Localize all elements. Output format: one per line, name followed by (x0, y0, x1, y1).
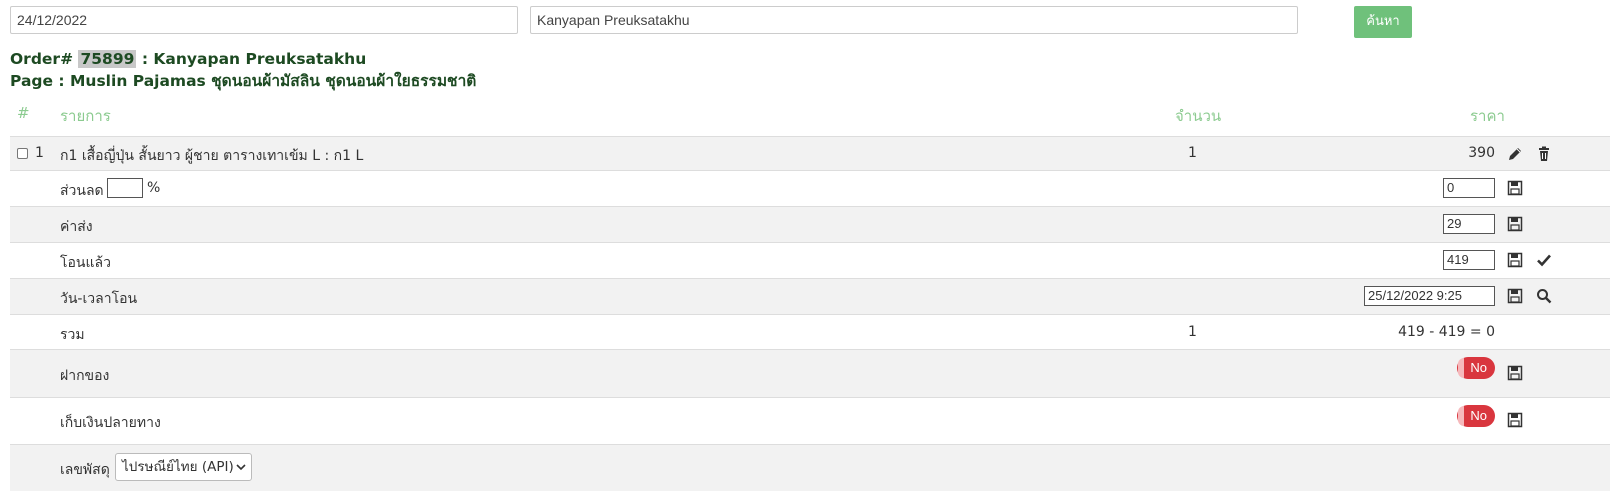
transfer-time-label: วัน-เวลาโอน (60, 291, 138, 307)
header-price: ราคา (1470, 107, 1505, 125)
table-header: # รายการ จำนวน ราคา (10, 100, 1610, 138)
search-icon[interactable] (1536, 288, 1552, 304)
table-row-deposit: ฝากของ No (10, 350, 1610, 398)
item-index: 1 (35, 145, 44, 161)
discount-percent-input[interactable] (107, 178, 143, 198)
order-title: Order# 75899 : Kanyapan Preuksatakhu (10, 48, 476, 70)
header-index: # (17, 104, 30, 122)
discount-label: ส่วนลด (60, 183, 104, 199)
total-qty: 1 (1188, 324, 1197, 340)
search-button[interactable]: ค้นหา (1354, 6, 1412, 38)
total-label: รวม (60, 327, 85, 343)
tracking-label: เลขพัสดุ (60, 462, 110, 478)
date-input[interactable]: 24/12/2022 (10, 6, 518, 34)
save-icon[interactable] (1507, 288, 1523, 304)
page-title: Page : Muslin Pajamas ชุดนอนผ้ามัสลิน ชุ… (10, 72, 477, 90)
carrier-select[interactable]: ไปรษณีย์ไทย (API) (115, 453, 252, 481)
table-row-discount: ส่วนลด % 0 (10, 171, 1610, 207)
item-name: ก1 เสื้อญี่ปุ่น สั้นยาว ผู้ชาย ตารางเทาเ… (60, 148, 364, 164)
item-qty: 1 (1188, 145, 1197, 161)
cod-label: เก็บเงินปลายทาง (60, 415, 161, 431)
transfer-time-input[interactable]: 25/12/2022 9:25 (1364, 286, 1495, 306)
table-row-item: 1 ก1 เสื้อญี่ปุ่น สั้นยาว ผู้ชาย ตารางเท… (10, 137, 1610, 171)
discount-value-input[interactable]: 0 (1443, 178, 1495, 198)
header-qty: จำนวน (1175, 107, 1222, 125)
check-icon[interactable] (1536, 252, 1552, 268)
table-row-total: รวม 1 419 - 419 = 0 (10, 315, 1610, 350)
save-icon[interactable] (1507, 365, 1523, 381)
save-icon[interactable] (1507, 252, 1523, 268)
header-item: รายการ (60, 107, 111, 125)
transferred-value-input[interactable]: 419 (1443, 250, 1495, 270)
carrier-selected: ไปรษณีย์ไทย (API) (122, 459, 234, 475)
save-icon[interactable] (1507, 412, 1523, 428)
search-bar: 24/12/2022 Kanyapan Preuksatakhu ค้นหา (10, 6, 1412, 38)
table-row-shipping: ค่าส่ง 29 (10, 207, 1610, 243)
save-icon[interactable] (1507, 216, 1523, 232)
pencil-icon[interactable] (1507, 146, 1523, 162)
deposit-label: ฝากของ (60, 368, 110, 384)
transferred-label: โอนแล้ว (60, 255, 111, 271)
item-price: 390 (1468, 145, 1495, 161)
total-balance: 419 - 419 = 0 (1398, 324, 1495, 340)
percent-sign: % (147, 180, 161, 196)
table-row-tracking: เลขพัสดุ ไปรษณีย์ไทย (API) (10, 445, 1610, 491)
table-row-cod: เก็บเงินปลายทาง No (10, 398, 1610, 445)
order-prefix: Order# (10, 50, 74, 68)
table-row-transferred: โอนแล้ว 419 (10, 243, 1610, 279)
trash-icon[interactable] (1536, 146, 1552, 162)
save-icon[interactable] (1507, 180, 1523, 196)
chevron-down-icon (236, 464, 246, 471)
order-number: 75899 (78, 50, 137, 68)
deposit-toggle[interactable]: No (1457, 357, 1495, 379)
shipping-value-input[interactable]: 29 (1443, 214, 1495, 234)
cod-toggle[interactable]: No (1457, 405, 1495, 427)
table-row-transfer-time: วัน-เวลาโอน 25/12/2022 9:25 (10, 279, 1610, 315)
order-heading: Order# 75899 : Kanyapan Preuksatakhu Pag… (10, 48, 476, 92)
customer-name-input[interactable]: Kanyapan Preuksatakhu (530, 6, 1298, 34)
item-checkbox[interactable] (17, 148, 28, 159)
order-customer: : Kanyapan Preuksatakhu (141, 50, 367, 68)
shipping-label: ค่าส่ง (60, 219, 93, 235)
